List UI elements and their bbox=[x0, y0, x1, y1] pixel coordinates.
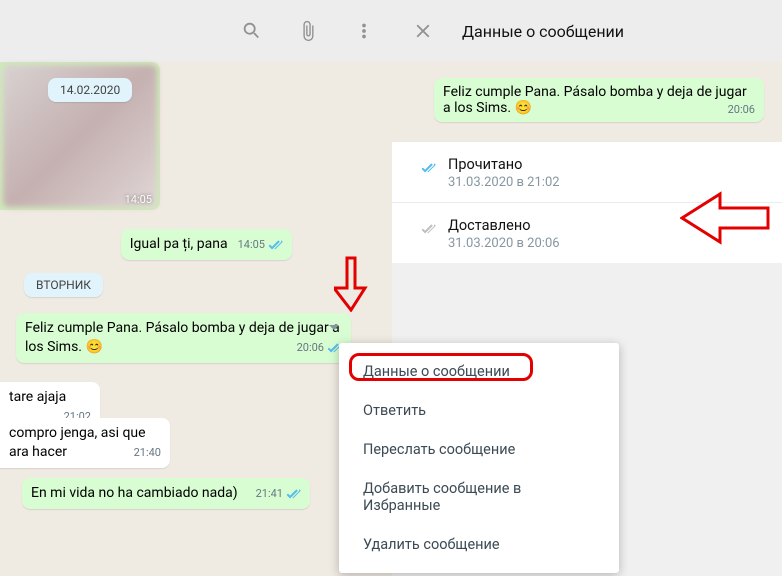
message-text: tare ajaja bbox=[9, 389, 66, 405]
read-ticks-icon bbox=[267, 240, 283, 251]
message-time: 20:06 bbox=[728, 103, 755, 116]
message-out[interactable]: En mi vida no ha cambiado nada) 21:41 bbox=[22, 478, 310, 509]
chevron-down-icon[interactable] bbox=[325, 319, 343, 343]
menu-icon[interactable] bbox=[344, 11, 384, 51]
message-text: Igual pa ți, pana bbox=[130, 236, 228, 252]
message-text: Feliz cumple Pana. Pásalo bomba y deja d… bbox=[443, 84, 747, 116]
status-label: Доставлено bbox=[448, 217, 560, 234]
read-ticks-icon bbox=[285, 489, 301, 500]
info-message-preview: Feliz cumple Pana. Pásalo bomba y deja d… bbox=[392, 62, 782, 142]
read-ticks-icon bbox=[420, 159, 436, 178]
message-time: 20:06 bbox=[297, 341, 324, 356]
media-time: 14:05 bbox=[125, 193, 152, 206]
message-text: Feliz cumple Pana. Pásalo bomba y deja d… bbox=[25, 320, 340, 355]
attach-icon[interactable] bbox=[288, 11, 328, 51]
annotation-highlight bbox=[349, 353, 533, 381]
menu-item-reply[interactable]: Ответить bbox=[339, 391, 619, 430]
menu-item-delete[interactable]: Удалить сообщение bbox=[339, 525, 619, 564]
message-text: En mi vida no ha cambiado nada) bbox=[31, 485, 238, 501]
chat-header bbox=[0, 0, 392, 62]
message-in[interactable]: compro jenga, asi que ara hacer 21:40 bbox=[0, 418, 170, 468]
status-time: 31.03.2020 в 20:06 bbox=[448, 236, 560, 251]
delivered-ticks-icon bbox=[420, 220, 436, 239]
message-out: Feliz cumple Pana. Pásalo bomba y deja d… bbox=[434, 78, 764, 122]
message-time: 14:05 bbox=[238, 238, 265, 253]
message-text: compro jenga, asi que ara hacer bbox=[9, 425, 146, 460]
status-time: 31.03.2020 в 21:02 bbox=[448, 175, 560, 190]
message-time: 21:40 bbox=[134, 446, 161, 461]
info-title: Данные о сообщении bbox=[462, 22, 624, 41]
annotation-arrow-down bbox=[334, 256, 368, 316]
date-badge: ВТОРНИК bbox=[24, 273, 103, 297]
close-icon[interactable] bbox=[410, 18, 436, 44]
status-label: Прочитано bbox=[448, 156, 560, 173]
info-header: Данные о сообщении bbox=[392, 0, 782, 62]
search-icon[interactable] bbox=[232, 11, 272, 51]
message-out[interactable]: Feliz cumple Pana. Pásalo bomba y deja d… bbox=[16, 313, 351, 363]
message-time: 21:41 bbox=[256, 487, 283, 502]
menu-item-star[interactable]: Добавить сообщение в Избранные bbox=[339, 469, 619, 525]
date-badge: 14.02.2020 bbox=[48, 78, 132, 102]
menu-item-forward[interactable]: Переслать сообщение bbox=[339, 430, 619, 469]
message-out[interactable]: Igual pa ți, pana 14:05 bbox=[121, 229, 292, 260]
annotation-arrow-left bbox=[680, 190, 770, 250]
